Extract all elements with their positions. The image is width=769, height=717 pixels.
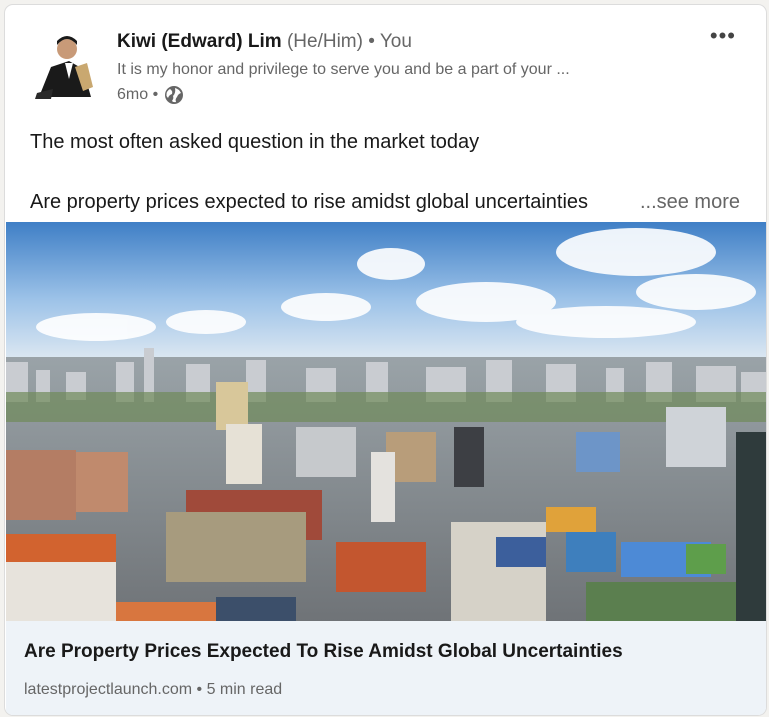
post-text-line-2: Are property prices expected to rise ami… (30, 191, 589, 213)
author-line: Kiwi (Edward) Lim (He/Him) • You (117, 31, 412, 53)
city-skyline-photo (6, 222, 766, 622)
connection-degree: • You (368, 31, 412, 52)
more-options-button[interactable]: ••• (710, 25, 736, 47)
link-preview-image[interactable] (6, 222, 766, 622)
link-source: latestprojectlaunch.com • 5 min read (24, 681, 283, 698)
post-meta: 6mo • (117, 85, 184, 105)
author-photo (31, 27, 99, 103)
author-avatar[interactable] (31, 27, 99, 103)
feed-post-card: Kiwi (Edward) Lim (He/Him) • You ••• It … (4, 4, 767, 716)
globe-icon (165, 86, 184, 104)
post-text-line-1: The most often asked question in the mar… (30, 131, 480, 153)
link-title[interactable]: Are Property Prices Expected To Rise Ami… (24, 641, 623, 663)
author-pronouns: (He/Him) (286, 31, 363, 52)
link-preview-footer[interactable]: Are Property Prices Expected To Rise Ami… (6, 621, 766, 715)
more-horizontal-icon: ••• (709, 23, 736, 48)
author-name[interactable]: Kiwi (Edward) Lim (117, 31, 282, 52)
post-time: 6mo • (117, 86, 159, 103)
see-more-link[interactable]: ...see more (640, 187, 740, 217)
author-headline: It is my honor and privilege to serve yo… (117, 61, 570, 78)
post-body: The most often asked question in the mar… (30, 127, 740, 217)
